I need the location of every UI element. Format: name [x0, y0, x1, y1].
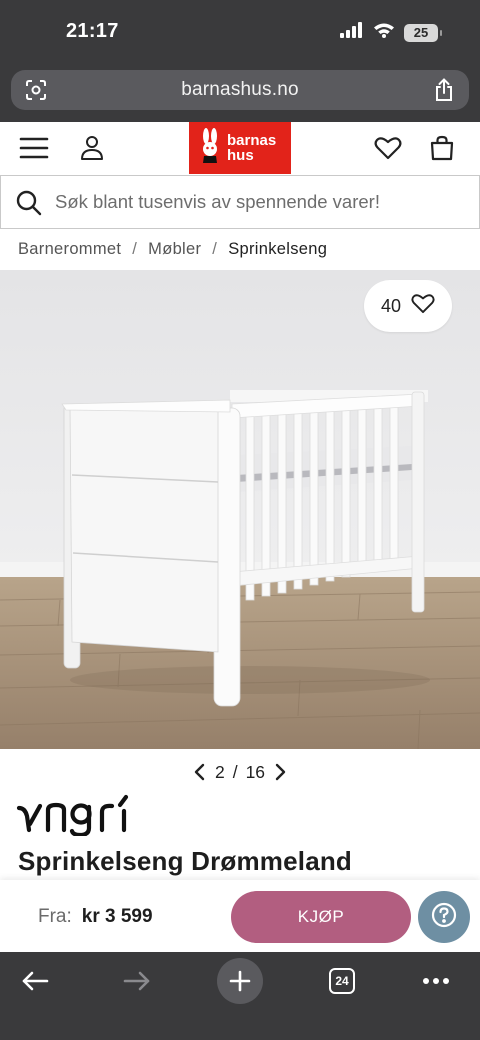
- bunny-logo-icon: [199, 127, 221, 169]
- breadcrumb-item-barnerommet[interactable]: Barnerommet: [18, 240, 121, 259]
- status-bar: 21:17 25: [0, 0, 480, 66]
- barnashus-logo[interactable]: barnas hus: [189, 122, 291, 174]
- page-menu-icon[interactable]: [25, 79, 47, 101]
- url-text: barnashus.no: [181, 79, 299, 100]
- pager-current: 2: [214, 761, 225, 782]
- help-button[interactable]: [418, 891, 470, 943]
- heart-icon: [411, 293, 435, 319]
- buy-bar: Fra: kr 3 599 KJØP: [0, 880, 480, 952]
- wifi-icon: [373, 22, 395, 43]
- browser-toolbar: 24: [0, 952, 480, 1040]
- more-options-icon[interactable]: [413, 958, 459, 1004]
- new-tab-plus-icon[interactable]: [217, 958, 263, 1004]
- back-arrow-icon[interactable]: [12, 958, 58, 1004]
- signal-icon: [340, 22, 364, 43]
- chevron-left-icon[interactable]: [191, 762, 207, 782]
- pager-total: 16: [245, 761, 266, 782]
- status-icons: 25: [340, 22, 442, 43]
- hamburger-menu-icon[interactable]: [18, 132, 50, 164]
- product-image[interactable]: 40: [0, 270, 480, 749]
- address-bar[interactable]: barnashus.no: [11, 70, 469, 110]
- account-icon[interactable]: [76, 132, 108, 164]
- shopping-bag-icon[interactable]: [426, 132, 458, 164]
- share-icon[interactable]: [433, 78, 455, 102]
- tabs-button[interactable]: 24: [319, 958, 365, 1004]
- battery-icon: 25: [404, 23, 442, 42]
- question-mark-icon: [431, 902, 457, 933]
- breadcrumb-item-sprinkelseng[interactable]: Sprinkelseng: [228, 240, 327, 259]
- yngri-brand-logo[interactable]: [16, 794, 138, 841]
- page: 21:17 25 barnashus.no barnas hus Søk bla…: [0, 0, 480, 1040]
- pager-separator: /: [232, 761, 238, 782]
- buy-button[interactable]: KJØP: [231, 891, 411, 943]
- breadcrumb-separator: /: [212, 240, 218, 258]
- status-time: 21:17: [66, 20, 119, 42]
- favorite-count: 40: [380, 295, 402, 316]
- search-bar: [0, 175, 480, 229]
- image-pager: 2 / 16: [0, 758, 480, 786]
- breadcrumb: Barnerommet / Møbler / Sprinkelseng: [18, 240, 327, 259]
- search-input[interactable]: [55, 187, 465, 217]
- search-icon[interactable]: [15, 189, 43, 217]
- price-value: kr 3 599: [81, 906, 153, 927]
- breadcrumb-separator: /: [132, 240, 138, 258]
- favorite-pill[interactable]: 40: [364, 280, 452, 332]
- price-label: Fra:: [38, 906, 72, 927]
- price: Fra: kr 3 599: [38, 906, 153, 928]
- forward-arrow-icon: [114, 958, 160, 1004]
- tabs-count-icon: 24: [329, 968, 355, 994]
- browser-address-area: barnashus.no: [0, 66, 480, 122]
- breadcrumb-item-mobler[interactable]: Møbler: [148, 240, 201, 259]
- chevron-right-icon[interactable]: [273, 762, 289, 782]
- logo-text-line1: barnas: [227, 132, 277, 149]
- crib-photo: [0, 270, 480, 749]
- heart-wishlist-icon[interactable]: [372, 132, 404, 164]
- logo-text-line2: hus: [227, 147, 254, 164]
- site-header: barnas hus: [0, 122, 480, 174]
- product-title: Sprinkelseng Drømmeland: [18, 846, 353, 876]
